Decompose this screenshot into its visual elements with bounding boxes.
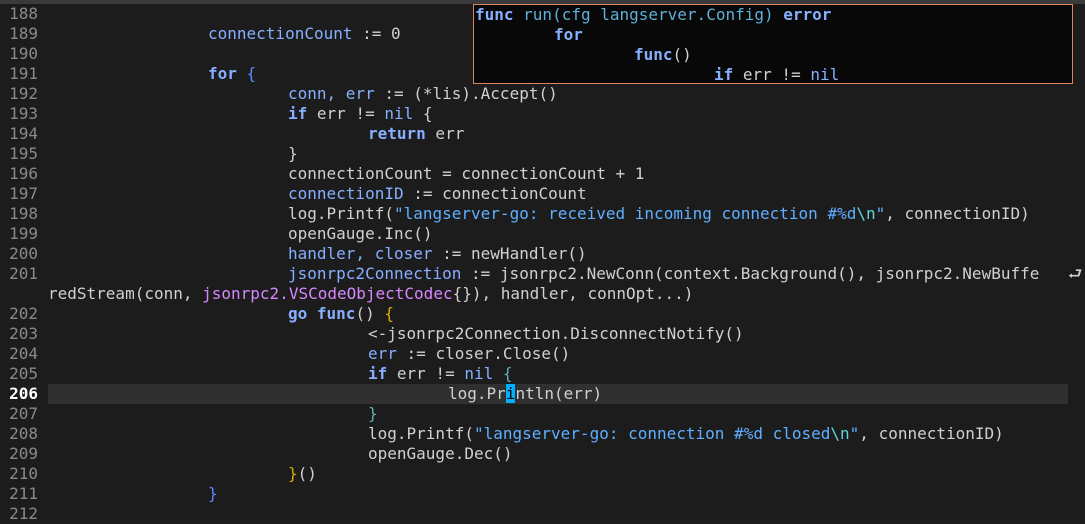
code-text: } (288, 144, 298, 163)
line-number: 204 (9, 344, 38, 363)
line-number: 198 (9, 204, 38, 223)
line-number: 196 (9, 164, 38, 183)
code-text: if err != nil { (368, 364, 513, 383)
line-number: 199 (9, 224, 38, 243)
code-text: go func() { (288, 304, 394, 323)
code-text: for { (208, 64, 257, 83)
line-number: 189 (9, 24, 38, 43)
line-number: 192 (9, 84, 38, 103)
code-text: connectionID := connectionCount (288, 184, 587, 203)
code-line-wrapped[interactable]: redStream(conn, jsonrpc2.VSCodeObjectCod… (0, 284, 1085, 304)
code-text: } (208, 484, 218, 503)
code-line[interactable]: 204 err := closer.Close() (0, 344, 1085, 364)
code-line[interactable]: 199 openGauge.Inc() (0, 224, 1085, 244)
code-text: conn, err := (*lis).Accept() (288, 84, 558, 103)
line-number: 212 (9, 504, 38, 523)
line-number: 209 (9, 444, 38, 463)
code-text: } (368, 404, 378, 423)
line-number: 188 (9, 4, 38, 23)
code-text: }() (288, 464, 317, 483)
wrap-indicator-icon: ⮐ (1068, 264, 1083, 283)
code-text: redStream(conn, jsonrpc2.VSCodeObjectCod… (48, 284, 694, 303)
code-text: connectionCount = connectionCount + 1 (288, 164, 645, 183)
line-number: 202 (9, 304, 38, 323)
code-line[interactable]: 209 openGauge.Dec() (0, 444, 1085, 464)
line-number: 201 (9, 264, 38, 283)
popup-line: func run(cfg langserver.Config) error (475, 5, 832, 24)
code-line[interactable]: 198 log.Printf("langserver-go: received i… (0, 204, 1085, 224)
code-line[interactable]: 207} (0, 404, 1085, 424)
popup-line: func() (634, 45, 692, 64)
code-text: log.Printf("langserver-go: received inco… (288, 204, 1030, 223)
code-line[interactable]: 200 handler, closer := newHandler() (0, 244, 1085, 264)
code-text: handler, closer := newHandler() (288, 244, 587, 263)
context-popup: func run(cfg langserver.Config) error fo… (473, 4, 1073, 84)
code-line[interactable]: 201 jsonrpc2Connection := jsonrpc2.NewCon… (0, 264, 1085, 284)
code-text: openGauge.Inc() (288, 224, 433, 243)
code-line[interactable]: 195} (0, 144, 1085, 164)
line-number: 210 (9, 464, 38, 483)
code-line[interactable]: 212 (0, 504, 1085, 524)
line-number: 194 (9, 124, 38, 143)
code-line[interactable]: 196 connectionCount = connectionCount + 1 (0, 164, 1085, 184)
line-number: 195 (9, 144, 38, 163)
code-line[interactable]: 193 if err != nil { (0, 104, 1085, 124)
code-text: jsonrpc2Connection := jsonrpc2.NewConn(c… (288, 264, 1040, 283)
code-line[interactable]: 197 connectionID := connectionCount (0, 184, 1085, 204)
code-line[interactable]: 202 go func() { (0, 304, 1085, 324)
line-number: 205 (9, 364, 38, 383)
popup-line: if err != nil (714, 65, 840, 84)
line-number: 207 (9, 404, 38, 423)
code-text: err := closer.Close() (368, 344, 571, 363)
line-number: 193 (9, 104, 38, 123)
code-line[interactable]: 203 <-jsonrpc2Connection.DisconnectNotify… (0, 324, 1085, 344)
code-line[interactable]: 211} (0, 484, 1085, 504)
text-cursor: i (505, 384, 516, 403)
code-line-current[interactable]: 206 log.Println(err) (0, 384, 1085, 404)
code-text: log.Println(err) (448, 384, 603, 403)
line-number: 190 (9, 44, 38, 63)
code-text: log.Printf("langserver-go: connection #%… (368, 424, 1004, 443)
code-line[interactable]: 194 return err (0, 124, 1085, 144)
line-number: 197 (9, 184, 38, 203)
code-line[interactable]: 205 if err != nil { (0, 364, 1085, 384)
code-text: openGauge.Dec() (368, 444, 513, 463)
line-number: 203 (9, 324, 38, 343)
line-number: 208 (9, 424, 38, 443)
code-text: connectionCount := 0 (208, 24, 401, 43)
code-line[interactable]: 210 }() (0, 464, 1085, 484)
popup-line: for (554, 25, 583, 44)
code-text: return err (368, 124, 465, 143)
line-number: 206 (9, 384, 38, 403)
code-line[interactable]: 192 conn, err := (*lis).Accept() (0, 84, 1085, 104)
code-text: <-jsonrpc2Connection.DisconnectNotify() (368, 324, 744, 343)
line-number: 211 (9, 484, 38, 503)
code-editor[interactable]: 188 189 connectionCount := 0 190 191 for {… (0, 0, 1085, 523)
line-number: 200 (9, 244, 38, 263)
line-number: 191 (9, 64, 38, 83)
code-line[interactable]: 208 log.Printf("langserver-go: connection… (0, 424, 1085, 444)
code-text: if err != nil { (288, 104, 433, 123)
